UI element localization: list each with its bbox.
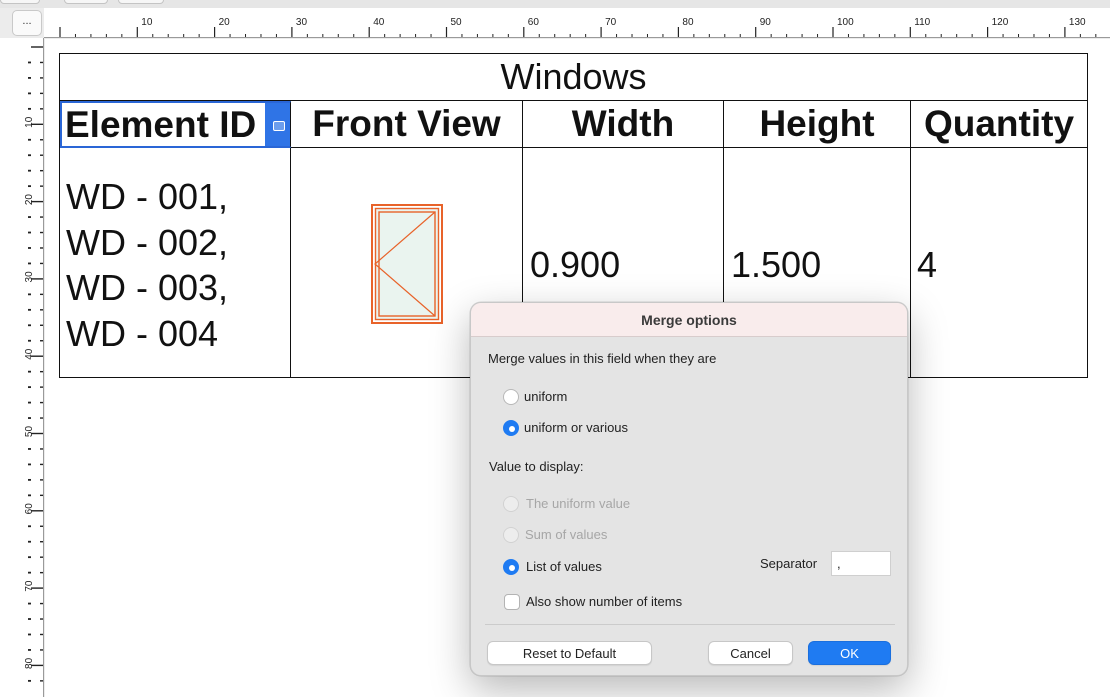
quantity-value: 4	[917, 243, 938, 285]
element-id-line: WD - 004	[66, 312, 219, 354]
radio-sum-of-values-label[interactable]: Sum of values	[525, 527, 607, 542]
reset-to-default-button[interactable]: Reset to Default	[487, 641, 652, 665]
merge-options-toggle[interactable]	[265, 103, 290, 146]
ruler-label: 20	[24, 194, 35, 206]
radio-list-of-values-label[interactable]: List of values	[526, 559, 602, 574]
ruler-label: 10	[24, 116, 35, 128]
header-quantity[interactable]: Quantity	[911, 101, 1087, 148]
header-width[interactable]: Width	[523, 101, 724, 148]
width-value: 0.900	[530, 243, 621, 285]
show-count-checkbox[interactable]	[504, 594, 520, 610]
merge-prompt-label: Merge values in this field when they are	[488, 351, 717, 366]
vertical-ruler: 10 20 30 40 50 60 70 80	[0, 38, 44, 697]
ruler-label: 130	[1069, 17, 1086, 28]
toolbar-button[interactable]	[0, 0, 40, 4]
toolbar-button[interactable]	[118, 0, 164, 4]
radio-uniform-or-various-label[interactable]: uniform or various	[524, 420, 628, 435]
ruler-label: 90	[760, 17, 772, 28]
top-strip	[0, 0, 1110, 8]
horizontal-ruler-scale: 10 20 30 40 50 60 70 80 90 100 110 120 130	[59, 17, 1097, 37]
ruler-label: 80	[682, 17, 694, 28]
vertical-ruler-scale: 10 20 30 40 50 60 70 80	[24, 46, 43, 682]
radio-uniform-label[interactable]: uniform	[524, 389, 567, 404]
ruler-label: 60	[24, 503, 35, 515]
ruler-label: 40	[373, 17, 385, 28]
ruler-label: 20	[219, 17, 231, 28]
ruler-label: 40	[24, 348, 35, 360]
dialog-title: Merge options	[471, 303, 907, 337]
cell-quantity[interactable]: 4	[911, 148, 1087, 377]
header-element-id[interactable]: Element ID	[60, 101, 291, 148]
ruler-label: 80	[24, 657, 35, 669]
separator-input[interactable]	[831, 551, 891, 576]
cancel-button[interactable]: Cancel	[708, 641, 793, 665]
horizontal-ruler: 10 20 30 40 50 60 70 80 90 100 110 120 130	[44, 8, 1110, 38]
height-value: 1.500	[731, 243, 822, 285]
ruler-label: 30	[296, 17, 308, 28]
ruler-label: 50	[451, 17, 463, 28]
separator-label: Separator	[760, 556, 818, 571]
ruler-label: 10	[141, 17, 153, 28]
ruler-options-button[interactable]: ...	[12, 10, 42, 36]
ruler-label: 60	[528, 17, 540, 28]
dialog-divider	[485, 624, 895, 625]
show-count-label[interactable]: Also show number of items	[526, 594, 682, 609]
ruler-label: 70	[24, 580, 35, 592]
element-id-line: WD - 002,	[66, 221, 229, 263]
display-prompt-label: Value to display:	[489, 459, 584, 474]
cell-element-ids[interactable]: WD - 001, WD - 002, WD - 003, WD - 004	[60, 148, 291, 377]
schedule-title: Windows	[60, 54, 1087, 101]
ruler-label: 50	[24, 426, 35, 438]
header-element-id-label: Element ID	[65, 103, 257, 145]
radio-uniform-value[interactable]	[503, 496, 519, 512]
merge-options-dialog: Merge options Merge values in this field…	[470, 302, 908, 676]
window-elevation-icon	[371, 204, 443, 324]
element-id-line: WD - 001,	[66, 176, 229, 217]
radio-uniform[interactable]	[503, 389, 519, 405]
element-id-line: WD - 003,	[66, 267, 229, 308]
ruler-label: 100	[837, 17, 854, 28]
ruler-label: 30	[24, 271, 35, 283]
radio-list-of-values[interactable]	[503, 559, 519, 575]
toolbar-button[interactable]	[64, 0, 108, 4]
ruler-label: 120	[992, 17, 1009, 28]
merge-list-icon	[273, 120, 285, 131]
radio-uniform-value-label[interactable]: The uniform value	[526, 496, 630, 511]
ok-button[interactable]: OK	[808, 641, 891, 665]
header-front-view[interactable]: Front View	[291, 101, 523, 148]
ruler-label: 110	[914, 17, 930, 28]
radio-sum-of-values[interactable]	[503, 527, 519, 543]
radio-uniform-or-various[interactable]	[503, 420, 519, 436]
header-height[interactable]: Height	[724, 101, 911, 148]
ruler-label: 70	[605, 17, 617, 28]
